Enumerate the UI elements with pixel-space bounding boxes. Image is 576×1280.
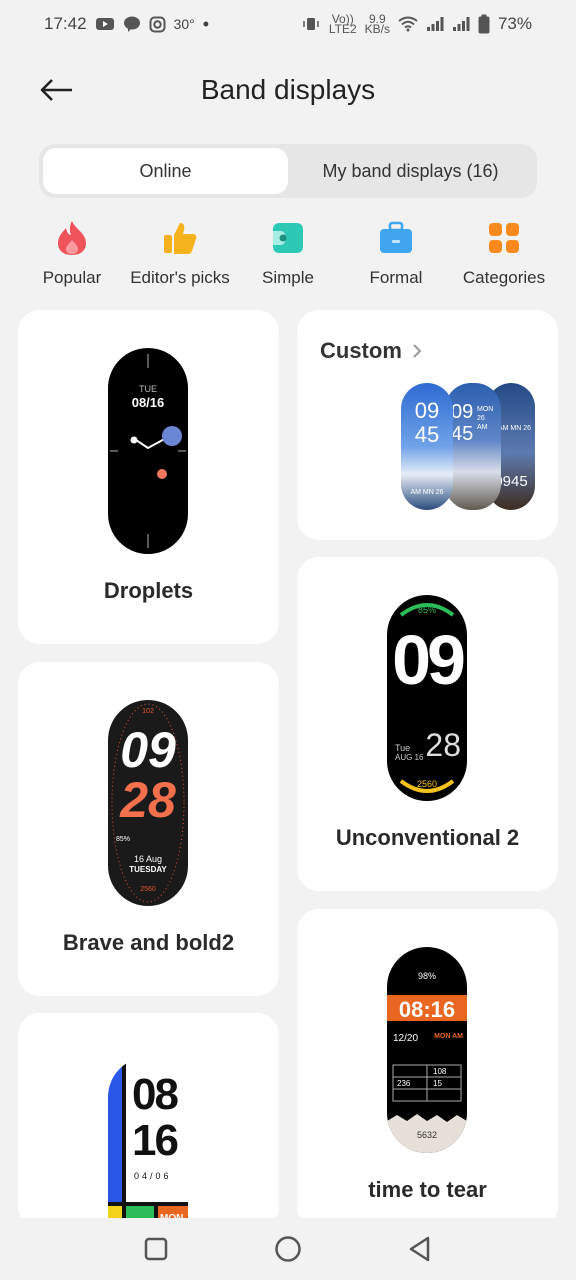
tab-bar: Online My band displays (16) [39, 144, 537, 198]
band-preview: 102 09 28 85% 16 Aug TUESDAY 2560 [108, 700, 188, 906]
system-nav-bar [0, 1218, 576, 1280]
category-label: Simple [262, 268, 314, 287]
triangle-back-icon [409, 1236, 430, 1262]
category-row: Popular Editor's picks Simple Formal Cat… [18, 218, 558, 298]
category-formal[interactable]: Formal [342, 218, 450, 298]
youtube-icon [95, 16, 115, 32]
category-label: Editor's picks [130, 268, 230, 287]
thumbs-up-icon [160, 218, 200, 258]
line-icon [123, 15, 141, 33]
battery-percent: 73% [497, 14, 532, 33]
square-icon [144, 1237, 168, 1261]
category-editors-picks[interactable]: Editor's picks [126, 218, 234, 298]
network-speed: 9.9 KB/s [364, 12, 390, 36]
clock: 17:42 [44, 14, 87, 33]
chevron-right-icon [413, 344, 422, 358]
home-button[interactable] [268, 1229, 308, 1269]
custom-header: Custom [320, 338, 422, 364]
custom-band-1: 09 45 AM MN 26 [401, 383, 453, 510]
custom-band-2: 09 45 MON 26 AM [445, 383, 501, 510]
display-card-unconventional-2[interactable]: 85% 09 Tue AUG 16 28 2560 Unconventional… [297, 557, 558, 891]
briefcase-icon [376, 218, 416, 258]
display-card-brave-and-bold2[interactable]: 102 09 28 85% 16 Aug TUESDAY 2560 Brave … [18, 662, 279, 996]
category-label: Categories [462, 268, 546, 287]
category-categories[interactable]: Categories [450, 218, 558, 298]
instagram-icon [149, 16, 166, 33]
header: Band displays [0, 60, 576, 120]
simple-icon [268, 218, 308, 258]
nav-back-button[interactable] [400, 1229, 440, 1269]
tab-my-band-displays[interactable]: My band displays (16) [288, 148, 533, 194]
grid-icon [484, 218, 524, 258]
category-label: Popular [42, 268, 102, 287]
card-title: Brave and bold2 [62, 930, 235, 955]
signal-icon [426, 16, 444, 32]
card-title: Droplets [103, 578, 194, 603]
notification-dot: • [202, 13, 210, 34]
band-preview: 98% 08:16 12/20 MON AM 108 236 15 5632 [387, 947, 467, 1153]
band-date: 08/16 [131, 395, 165, 410]
display-card-time-to-tear[interactable]: 98% 08:16 12/20 MON AM 108 236 15 5632 t… [297, 909, 558, 1229]
page-title: Band displays [200, 74, 376, 105]
display-card-droplets[interactable]: TUE 08/16 Droplets [18, 310, 279, 644]
band-preview: 85% 09 Tue AUG 16 28 2560 [387, 595, 467, 801]
recents-button[interactable] [136, 1229, 176, 1269]
category-simple[interactable]: Simple [234, 218, 342, 298]
status-bar: 17:42 30° • Vo)) LTE2 9.9 KB/s 73% [0, 0, 576, 48]
circle-icon [275, 1236, 301, 1262]
display-card-fourth[interactable]: 08 16 04/06 MON [18, 1013, 279, 1229]
volte-indicator: Vo)) LTE2 [328, 12, 357, 36]
tab-online[interactable]: Online [43, 148, 288, 194]
band-preview: 08 16 04/06 MON [108, 1057, 188, 1229]
category-popular[interactable]: Popular [18, 218, 126, 298]
card-title: Unconventional 2 [335, 825, 520, 850]
band-day: TUE [139, 384, 157, 394]
card-title: Custom [320, 338, 402, 363]
temperature: 30° [173, 16, 195, 32]
band-preview: TUE 08/16 [108, 348, 188, 554]
flame-icon [52, 218, 92, 258]
droplets-face-art [110, 354, 186, 548]
battery-icon [478, 14, 490, 34]
wifi-icon [398, 16, 418, 32]
vibrate-icon [301, 16, 321, 32]
signal-icon-2 [452, 16, 470, 32]
display-card-custom[interactable]: Custom AM MN 26 0945 09 45 MON 26 AM 09 … [297, 310, 558, 540]
category-label: Formal [369, 268, 423, 287]
card-title: time to tear [368, 1177, 487, 1202]
